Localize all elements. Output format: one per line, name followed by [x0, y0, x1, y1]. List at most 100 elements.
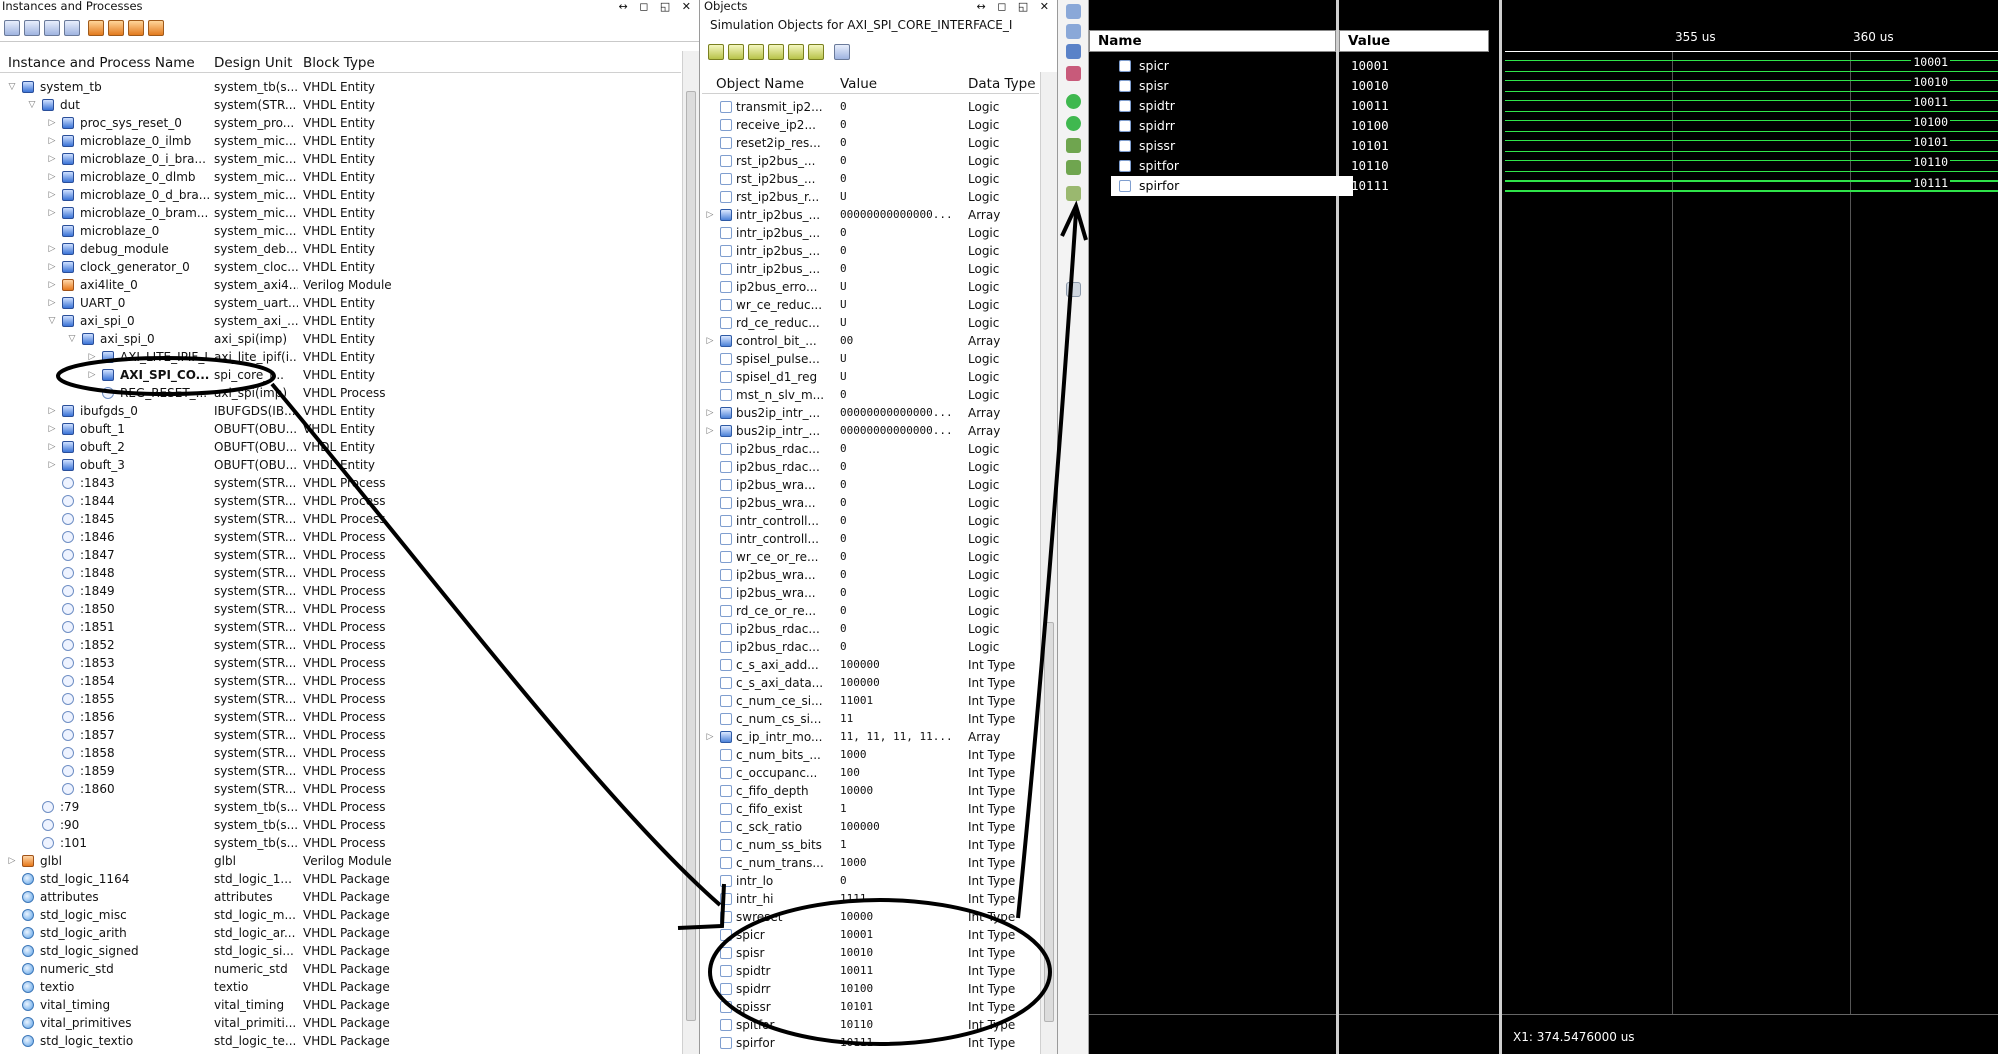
zoom-in-icon[interactable] — [1066, 4, 1081, 19]
instance-row[interactable]: ▽ system_tb system_tb(s... VHDL Entity — [0, 78, 681, 96]
instance-row[interactable]: :90 system_tb(s... VHDL Process — [0, 816, 681, 834]
instance-row[interactable]: :1857 system(STR... VHDL Process — [0, 726, 681, 744]
wave-bus-trace[interactable]: 10101 — [1505, 135, 1998, 152]
instance-row[interactable]: :1853 system(STR... VHDL Process — [0, 654, 681, 672]
objects-settings-icon[interactable] — [834, 44, 850, 60]
instance-row[interactable]: :1856 system(STR... VHDL Process — [0, 708, 681, 726]
wave-signal-name[interactable]: spisr — [1111, 76, 1353, 96]
instance-row[interactable]: :1854 system(STR... VHDL Process — [0, 672, 681, 690]
object-row[interactable]: ▷ bus2ip_intr_... 00000000000000... Array — [702, 422, 1039, 440]
instance-row[interactable]: numeric_std numeric_std VHDL Package — [0, 960, 681, 978]
wave-signal-name[interactable]: spicr — [1111, 56, 1353, 76]
object-row[interactable]: ip2bus_wra... 0 Logic — [702, 584, 1039, 602]
object-row[interactable]: intr_ip2bus_... 0 Logic — [702, 224, 1039, 242]
objects-pane-controls[interactable]: ↔ ◻ ◱ ✕ — [977, 0, 1053, 13]
zoom-fit-icon[interactable] — [1066, 44, 1081, 59]
swap-cursors-icon[interactable] — [1066, 282, 1081, 297]
expanded-triangle-icon[interactable]: ▽ — [46, 312, 58, 330]
next-transition-icon[interactable] — [1066, 160, 1081, 175]
wave-signal-name[interactable]: spitfor — [1111, 156, 1353, 176]
instance-row[interactable]: ▽ axi_spi_0 system_axi_... VHDL Entity — [0, 312, 681, 330]
show-constants-icon[interactable] — [788, 44, 804, 60]
instance-row[interactable]: ▷ obuft_2 OBUFT(OBU... VHDL Entity — [0, 438, 681, 456]
instance-row[interactable]: ▷ microblaze_0_d_bra... system_mic... VHDL … — [0, 186, 681, 204]
wave-bus-trace[interactable]: 10100 — [1505, 115, 1998, 132]
object-row[interactable]: intr_ip2bus_... 0 Logic — [702, 242, 1039, 260]
object-row[interactable]: ▷ control_bit_... 00 Array — [702, 332, 1039, 350]
object-row[interactable]: c_num_ce_si... 11001 Int Type — [702, 692, 1039, 710]
wave-signal-name[interactable]: spissr — [1111, 136, 1353, 156]
wave-bus-trace[interactable]: 10001 — [1505, 55, 1998, 72]
collapsed-triangle-icon[interactable]: ▷ — [704, 728, 716, 746]
wave-value-splitter[interactable] — [1499, 0, 1502, 1054]
object-row[interactable]: rst_ip2bus_... 0 Logic — [702, 152, 1039, 170]
collapsed-triangle-icon[interactable]: ▷ — [704, 206, 716, 224]
object-row[interactable]: c_s_axi_add... 100000 Int Type — [702, 656, 1039, 674]
object-row[interactable]: spicr 10001 Int Type — [702, 926, 1039, 944]
col-design-unit[interactable]: Design Unit — [214, 55, 292, 71]
object-row[interactable]: c_num_bits_... 1000 Int Type — [702, 746, 1039, 764]
instance-row[interactable]: ▷ ibufgds_0 IBUFGDS(IB... VHDL Entity — [0, 402, 681, 420]
instance-row[interactable]: ▷ debug_module system_deb... VHDL Entity — [0, 240, 681, 258]
object-row[interactable]: c_fifo_depth 10000 Int Type — [702, 782, 1039, 800]
instance-row[interactable]: vital_timing vital_timing VHDL Package — [0, 996, 681, 1014]
object-row[interactable]: ip2bus_rdac... 0 Logic — [702, 458, 1039, 476]
show-fixed-icon[interactable] — [108, 20, 124, 36]
object-row[interactable]: ▷ intr_ip2bus_... 00000000000000... Array — [702, 206, 1039, 224]
object-row[interactable]: c_num_ss_bits 1 Int Type — [702, 836, 1039, 854]
time-ruler[interactable]: 355 us 360 us — [1505, 30, 1998, 52]
sort-icon[interactable] — [148, 20, 164, 36]
instance-row[interactable]: :1860 system(STR... VHDL Process — [0, 780, 681, 798]
instance-row[interactable]: :1855 system(STR... VHDL Process — [0, 690, 681, 708]
object-row[interactable]: rst_ip2bus_r... U Logic — [702, 188, 1039, 206]
wave-bus-trace[interactable]: 10111 — [1505, 176, 1998, 192]
collapsed-triangle-icon[interactable]: ▷ — [704, 332, 716, 350]
expanded-triangle-icon[interactable]: ▽ — [66, 330, 78, 348]
object-row[interactable]: transmit_ip2... 0 Logic — [702, 98, 1039, 116]
collapsed-triangle-icon[interactable]: ▷ — [46, 294, 58, 312]
collapsed-triangle-icon[interactable]: ▷ — [46, 186, 58, 204]
object-row[interactable]: ip2bus_wra... 0 Logic — [702, 476, 1039, 494]
show-inputs-icon[interactable] — [708, 44, 724, 60]
object-row[interactable]: ▷ c_ip_intr_mo... 11, 11, 11, 11... Array — [702, 728, 1039, 746]
collapsed-triangle-icon[interactable]: ▷ — [86, 366, 98, 384]
instance-row[interactable]: std_logic_textio std_logic_te... VHDL Pack… — [0, 1032, 681, 1050]
show-processes-icon[interactable] — [64, 20, 80, 36]
object-row[interactable]: spissr 10101 Int Type — [702, 998, 1039, 1016]
object-row[interactable]: reset2ip_res... 0 Logic — [702, 134, 1039, 152]
object-row[interactable]: ip2bus_erro... U Logic — [702, 278, 1039, 296]
instance-row[interactable]: :1848 system(STR... VHDL Process — [0, 564, 681, 582]
collapsed-triangle-icon[interactable]: ▷ — [86, 348, 98, 366]
instance-row[interactable]: :79 system_tb(s... VHDL Process — [0, 798, 681, 816]
object-row[interactable]: mst_n_slv_m... 0 Logic — [702, 386, 1039, 404]
instance-row[interactable]: ▷ microblaze_0_bram... system_mic... VHDL E… — [0, 204, 681, 222]
object-row[interactable]: c_num_cs_si... 11 Int Type — [702, 710, 1039, 728]
collapsed-triangle-icon[interactable]: ▷ — [46, 402, 58, 420]
instance-row[interactable]: std_logic_misc std_logic_m... VHDL Package — [0, 906, 681, 924]
col-data-type[interactable]: Data Type — [968, 76, 1036, 92]
collapsed-triangle-icon[interactable]: ▷ — [46, 276, 58, 294]
col-object-name[interactable]: Object Name — [716, 76, 804, 92]
instance-row[interactable]: ▷ obuft_3 OBUFT(OBU... VHDL Entity — [0, 456, 681, 474]
object-row[interactable]: wr_ce_or_re... 0 Logic — [702, 548, 1039, 566]
objects-scroll-thumb[interactable] — [1044, 622, 1054, 1022]
wave-name-header[interactable]: Name — [1089, 30, 1336, 52]
instance-row[interactable]: :101 system_tb(s... VHDL Process — [0, 834, 681, 852]
object-row[interactable]: rd_ce_reduc... U Logic — [702, 314, 1039, 332]
instance-row[interactable]: std_logic_arith std_logic_ar... VHDL Packa… — [0, 924, 681, 942]
col-value[interactable]: Value — [840, 76, 877, 92]
collapsed-triangle-icon[interactable]: ▷ — [46, 420, 58, 438]
instance-row[interactable]: :1845 system(STR... VHDL Process — [0, 510, 681, 528]
instance-row[interactable]: microblaze_0 system_mic... VHDL Entity — [0, 222, 681, 240]
object-row[interactable]: spitfor 10110 Int Type — [702, 1016, 1039, 1034]
instance-row[interactable]: :1849 system(STR... VHDL Process — [0, 582, 681, 600]
object-row[interactable]: spidrr 10100 Int Type — [702, 980, 1039, 998]
instance-row[interactable]: ▷ AXI_LITE_IPIF_I axi_lite_ipif(i... VHDL E… — [0, 348, 681, 366]
previous-transition-icon[interactable] — [1066, 138, 1081, 153]
show-internal-icon[interactable] — [768, 44, 784, 60]
wave-signal-name[interactable]: spidtr — [1111, 96, 1353, 116]
instance-row[interactable]: :1859 system(STR... VHDL Process — [0, 762, 681, 780]
object-row[interactable]: ip2bus_wra... 0 Logic — [702, 566, 1039, 584]
object-row[interactable]: receive_ip2... 0 Logic — [702, 116, 1039, 134]
instance-row[interactable]: ▷ microblaze_0_ilmb system_mic... VHDL Enti… — [0, 132, 681, 150]
